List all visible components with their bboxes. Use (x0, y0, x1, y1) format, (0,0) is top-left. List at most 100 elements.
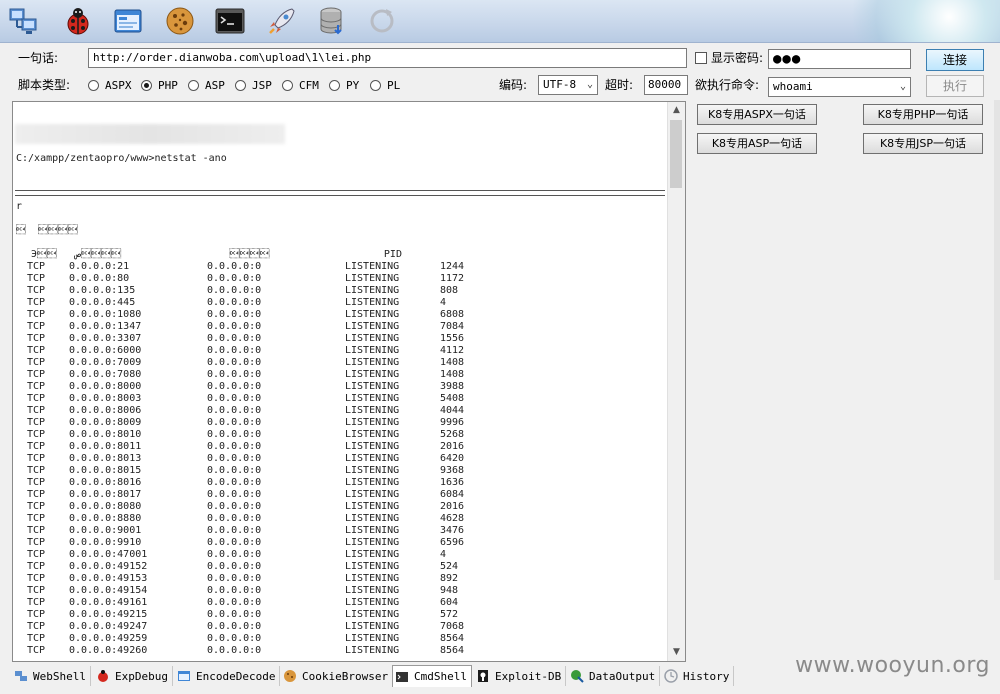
cell-foreign-address: 0.0.0.0:0 (207, 261, 262, 272)
encoding-label: 编码: (499, 78, 528, 92)
cell-pid: 604 (440, 597, 459, 608)
radio-jsp[interactable]: JSP (235, 77, 272, 93)
password-input[interactable]: ●●● (768, 49, 911, 69)
cell-state: LISTENING (345, 369, 400, 380)
url-label: 一句话: (18, 51, 59, 65)
network-computers-icon[interactable] (6, 3, 42, 39)
cell-foreign-address: 0.0.0.0:0 (207, 465, 262, 476)
timeout-input[interactable]: 80000 (644, 75, 688, 95)
cell-pid: 1636 (440, 477, 465, 488)
cell-pid: 1556 (440, 333, 465, 344)
cell-local-address: 0.0.0.0:49161 (69, 597, 148, 608)
cell-pid: 4112 (440, 345, 465, 356)
radio-cfm[interactable]: CFM (282, 77, 319, 93)
cell-local-address: 0.0.0.0:8880 (69, 513, 142, 524)
cell-proto: TCP (27, 321, 46, 332)
cell-pid: 948 (440, 585, 459, 596)
cell-pid: 3476 (440, 525, 465, 536)
cell-local-address: 0.0.0.0:8009 (69, 417, 142, 428)
cell-proto: TCP (27, 561, 46, 572)
cookie-icon[interactable] (162, 3, 198, 39)
cell-proto: TCP (27, 453, 46, 464)
url-input[interactable]: http://order.dianwoba.com\upload\1\lei.p… (88, 48, 687, 68)
cell-foreign-address: 0.0.0.0:0 (207, 441, 262, 452)
cell-pid: 5408 (440, 393, 465, 404)
network-computers-icon (14, 669, 28, 683)
database-icon[interactable] (314, 3, 350, 39)
table-row: TCP 0.0.0.0:49154 0.0.0.0:0 LISTENING 948 (27, 585, 480, 597)
table-row: TCP 0.0.0.0:7080 0.0.0.0:0 LISTENING 1408 (27, 369, 480, 381)
table-row: TCP 0.0.0.0:8880 0.0.0.0:0 LISTENING 4628 (27, 513, 480, 525)
cell-proto: TCP (27, 597, 46, 608)
cell-state: LISTENING (345, 645, 400, 656)
cell-state: LISTENING (345, 501, 400, 512)
tab-exploit-db[interactable]: Exploit-DB (474, 666, 567, 686)
connect-button[interactable]: 连接 (926, 49, 984, 71)
cell-proto: TCP (27, 621, 46, 632)
cell-foreign-address: 0.0.0.0:0 (207, 573, 262, 584)
rocket-icon[interactable] (264, 3, 300, 39)
cell-local-address: 0.0.0.0:47001 (69, 549, 148, 560)
browser-window-icon (177, 669, 191, 683)
cell-foreign-address: 0.0.0.0:0 (207, 633, 262, 644)
toolbar-decoration (830, 0, 1000, 42)
scroll-down-icon[interactable]: ▼ (668, 644, 685, 661)
tab-webshell[interactable]: WebShell (12, 666, 91, 686)
cell-proto: TCP (27, 297, 46, 308)
radio-php[interactable]: PHP (141, 77, 178, 93)
cell-state: LISTENING (345, 285, 400, 296)
table-row: TCP 0.0.0.0:7009 0.0.0.0:0 LISTENING 1408 (27, 357, 480, 369)
refresh-icon[interactable] (364, 3, 400, 39)
cell-local-address: 0.0.0.0:49154 (69, 585, 148, 596)
tab-encodedecode[interactable]: EncodeDecode (175, 666, 281, 686)
scroll-thumb[interactable] (670, 120, 682, 188)
cell-proto: TCP (27, 549, 46, 560)
radio-pl[interactable]: PL (370, 77, 400, 93)
exploit-icon (476, 669, 490, 683)
cell-foreign-address: 0.0.0.0:0 (207, 561, 262, 572)
cell-pid: 2016 (440, 501, 465, 512)
scroll-up-icon[interactable]: ▲ (668, 102, 685, 119)
k8-php-button[interactable]: K8专用PHP一句话 (863, 104, 983, 125)
output-scrollbar[interactable]: ▲ ▼ (667, 102, 685, 661)
cell-foreign-address: 0.0.0.0:0 (207, 477, 262, 488)
cell-state: LISTENING (345, 429, 400, 440)
cell-state: LISTENING (345, 537, 400, 548)
ladybug-icon[interactable] (60, 3, 96, 39)
radio-asp[interactable]: ASP (188, 77, 225, 93)
script-type-label: 脚本类型: (18, 78, 71, 92)
cell-proto: TCP (27, 441, 46, 452)
cell-pid: 8564 (440, 645, 465, 656)
k8-aspx-button[interactable]: K8专用ASPX一句话 (697, 104, 817, 125)
k8-jsp-button[interactable]: K8专用JSP一句话 (863, 133, 983, 154)
cell-local-address: 0.0.0.0:6000 (69, 345, 142, 356)
tab-expdebug[interactable]: ExpDebug (94, 666, 173, 686)
radio-aspx[interactable]: ASPX (88, 77, 132, 93)
tab-cookiebrowser[interactable]: CookieBrowser (281, 666, 394, 686)
show-password-checkbox[interactable] (695, 52, 707, 64)
k8-asp-button[interactable]: K8专用ASP一句话 (697, 133, 817, 154)
table-row: TCP 0.0.0.0:8006 0.0.0.0:0 LISTENING 4044 (27, 405, 480, 417)
browser-window-icon[interactable] (110, 3, 146, 39)
cell-foreign-address: 0.0.0.0:0 (207, 609, 262, 620)
encoding-select[interactable]: UTF-8 ⌄ (538, 75, 598, 95)
cell-proto: TCP (27, 609, 46, 620)
tab-dataoutput[interactable]: DataOutput (568, 666, 661, 686)
tab-history[interactable]: History (662, 666, 735, 686)
cell-proto: TCP (27, 345, 46, 356)
cell-foreign-address: 0.0.0.0:0 (207, 417, 262, 428)
command-output[interactable]: C:/xampp/zentaopro/www>netstat -ano r  … (12, 101, 686, 662)
cell-proto: TCP (27, 381, 46, 392)
window-edge (994, 100, 1000, 580)
cell-state: LISTENING (345, 573, 400, 584)
history-icon (664, 669, 678, 683)
execute-button[interactable]: 执行 (926, 75, 984, 97)
output-line-r: r (16, 201, 23, 212)
command-select[interactable]: whoami ⌄ (768, 77, 911, 97)
tab-cmdshell[interactable]: CmdShell (392, 665, 472, 687)
cell-proto: TCP (27, 333, 46, 344)
radio-py[interactable]: PY (329, 77, 359, 93)
cell-foreign-address: 0.0.0.0:0 (207, 333, 262, 344)
cell-state: LISTENING (345, 333, 400, 344)
terminal-icon[interactable] (212, 3, 248, 39)
